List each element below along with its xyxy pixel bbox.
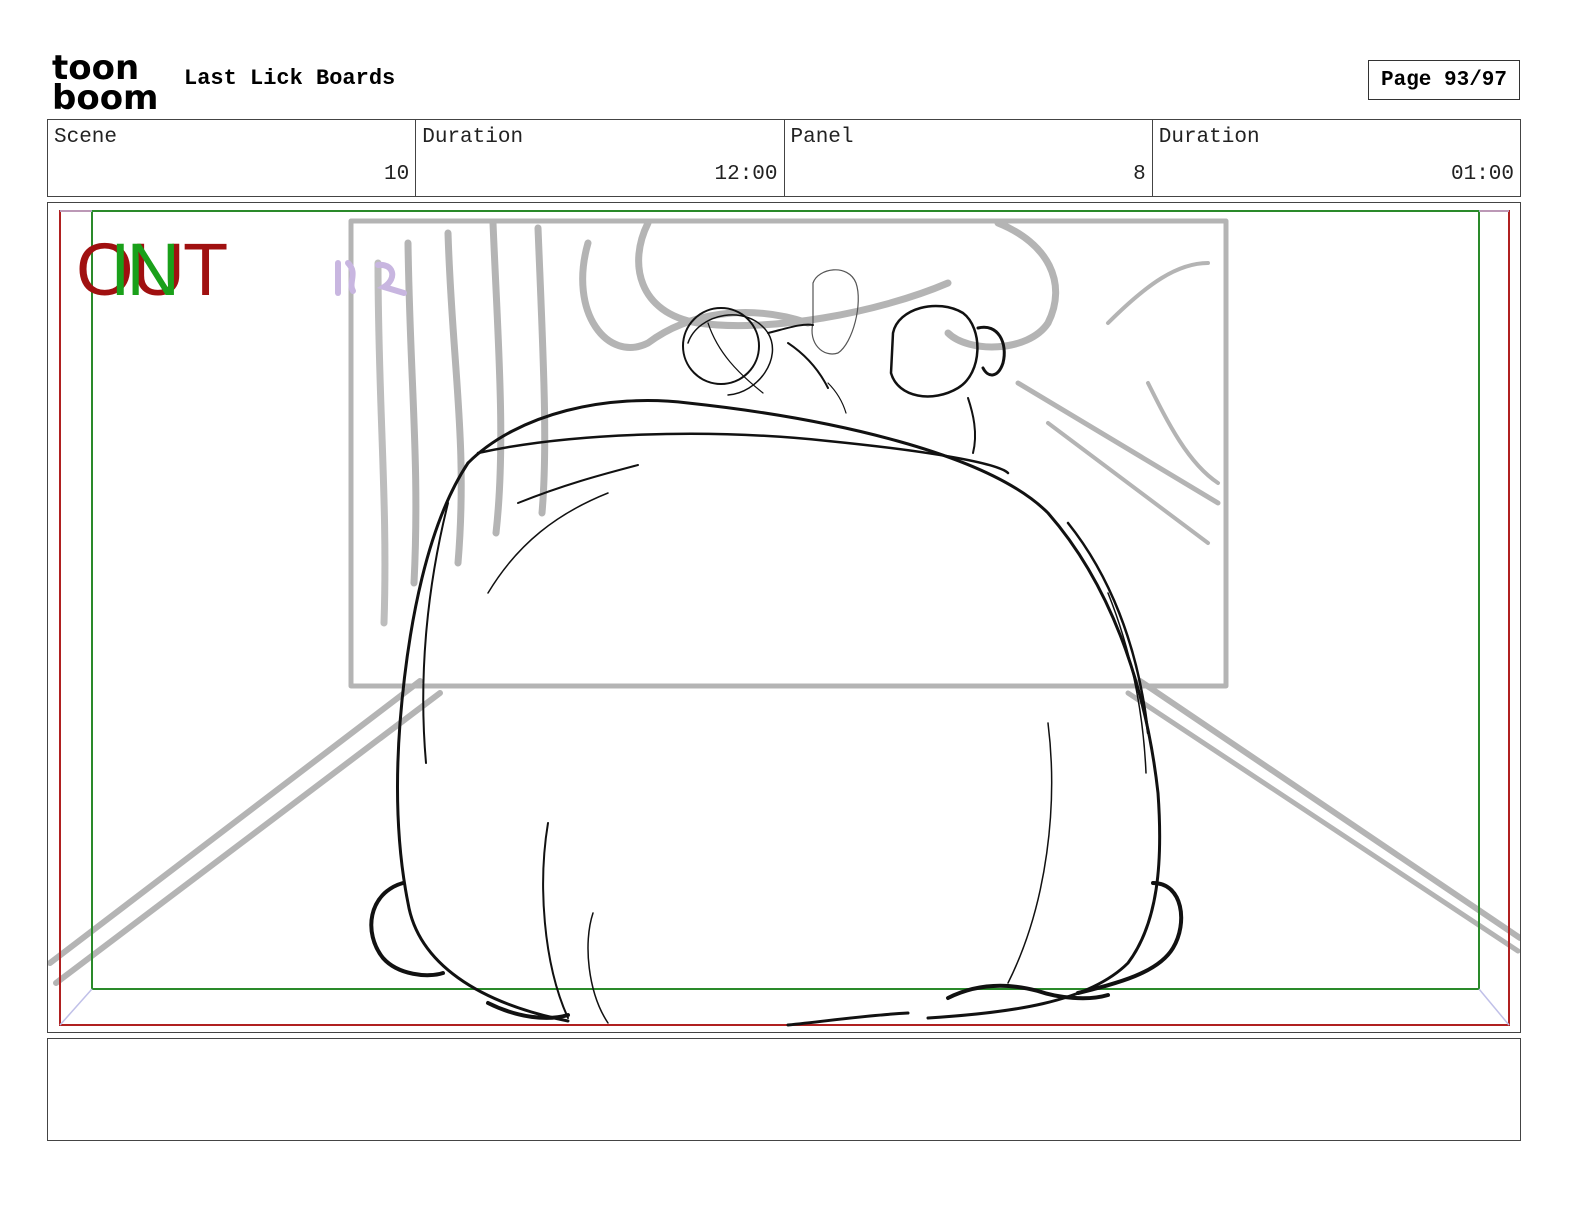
in-label: IN <box>110 228 180 311</box>
scene-duration-value: 12:00 <box>714 163 778 186</box>
in-out-marker: OUT IN <box>76 233 256 307</box>
lavender-mark <box>335 260 407 296</box>
background-sketch <box>48 218 1520 986</box>
scene-value: 10 <box>384 163 410 186</box>
scene-info-table: Scene 10 Duration 12:00 Panel 8 Duration… <box>47 119 1521 197</box>
storyboard-panel: OUT IN <box>47 202 1521 1033</box>
scene-duration-label: Duration <box>422 126 524 149</box>
logo-text-bottom: boom <box>52 78 158 112</box>
notes-area[interactable] <box>47 1038 1521 1141</box>
panel-drawing <box>48 210 1520 1027</box>
character-sketch <box>369 269 1184 1027</box>
scene-cell: Scene 10 <box>48 120 417 196</box>
panel-duration-value: 01:00 <box>1450 163 1514 186</box>
panel-cell: Panel 8 <box>785 120 1153 196</box>
panel-duration-label: Duration <box>1158 126 1260 149</box>
panel-label: Panel <box>790 126 854 149</box>
page-indicator: Page 93/97 <box>1368 60 1520 100</box>
panel-duration-cell: Duration 01:00 <box>1153 120 1520 196</box>
scene-label: Scene <box>54 126 118 149</box>
toonboom-logo: toon boom <box>52 52 164 112</box>
document-title: Last Lick Boards <box>184 66 396 91</box>
out-frame-guide <box>59 210 1510 1026</box>
scene-duration-cell: Duration 12:00 <box>416 120 785 196</box>
toonboom-logo-icon: toon boom <box>52 52 158 112</box>
corner-diagonals <box>59 210 1510 1026</box>
panel-value: 8 <box>1133 163 1146 186</box>
